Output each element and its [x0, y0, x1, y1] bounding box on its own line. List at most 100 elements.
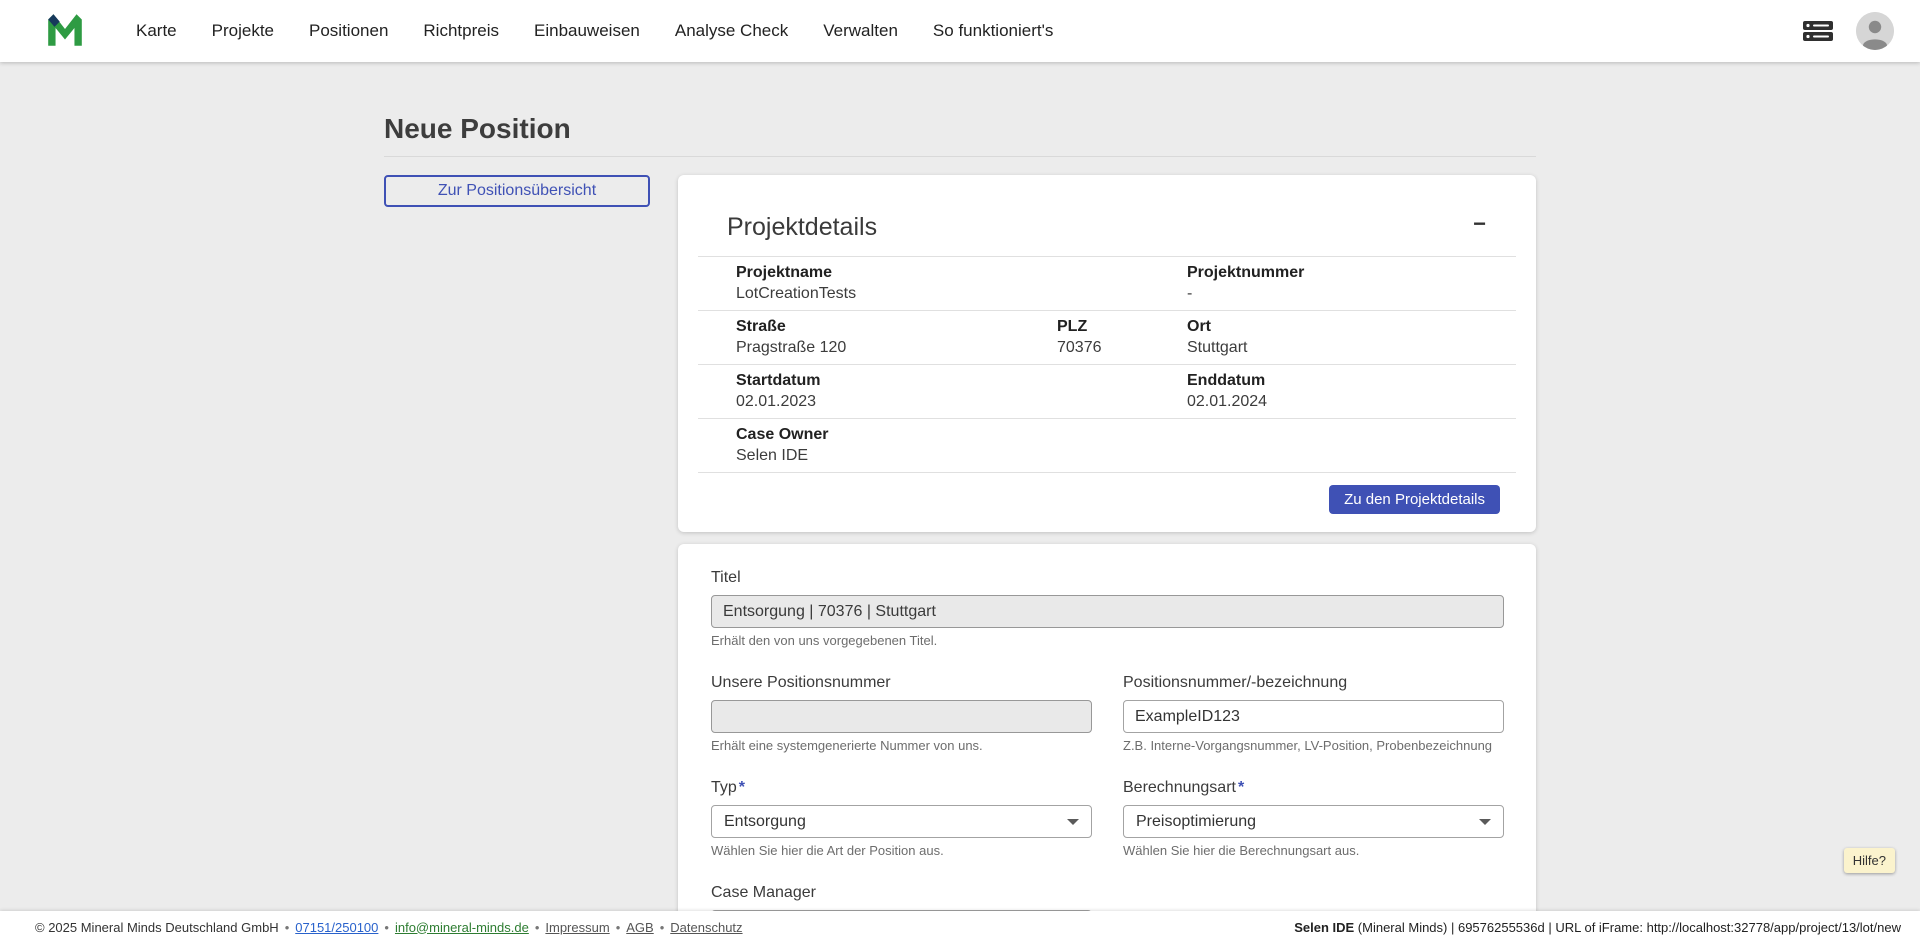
table-row: Startdatum 02.01.2023 Enddatum 02.01.202… [698, 365, 1516, 419]
strasse-label: Straße [736, 317, 1057, 336]
field-projektname: Projektname LotCreationTests [698, 263, 1187, 303]
field-plz: PLZ 70376 [1057, 317, 1187, 357]
nav-item-projekte[interactable]: Projekte [212, 21, 274, 41]
titel-label: Titel [711, 568, 1504, 587]
go-to-project-details-button[interactable]: Zu den Projektdetails [1329, 485, 1500, 514]
footer-session-info: Selen IDE (Mineral Minds) | 69576255536d… [1294, 920, 1901, 935]
copyright-text: © 2025 Mineral Minds Deutschland GmbH [35, 920, 279, 935]
unsere-positionsnummer-hint: Erhält eine systemgenerierte Nummer von … [711, 738, 1092, 754]
required-asterisk: * [1238, 779, 1244, 796]
plz-value: 70376 [1057, 338, 1187, 357]
berechnungsart-hint: Wählen Sie hier die Berechnungsart aus. [1123, 843, 1504, 859]
nav-right-controls [1802, 12, 1894, 50]
startdatum-value: 02.01.2023 [736, 392, 1187, 411]
startdatum-label: Startdatum [736, 371, 1187, 390]
back-to-positions-button[interactable]: Zur Positionsübersicht [384, 175, 650, 207]
agb-link[interactable]: AGB [626, 920, 653, 935]
enddatum-label: Enddatum [1187, 371, 1516, 390]
impressum-link[interactable]: Impressum [545, 920, 609, 935]
footer: © 2025 Mineral Minds Deutschland GmbH • … [0, 911, 1920, 943]
top-navigation: Karte Projekte Positionen Richtpreis Ein… [0, 0, 1920, 62]
separator: • [384, 920, 389, 935]
berechnungsart-label: Berechnungsart* [1123, 778, 1504, 797]
nav-item-so-funktionierts[interactable]: So funktioniert's [933, 21, 1053, 41]
positionsnummer-input[interactable] [1123, 700, 1504, 733]
table-row: Straße Pragstraße 120 PLZ 70376 Ort Stut… [698, 311, 1516, 365]
main-menu: Karte Projekte Positionen Richtpreis Ein… [136, 21, 1053, 41]
project-details-table: Projektname LotCreationTests Projektnumm… [698, 256, 1516, 473]
minus-icon: − [1473, 211, 1486, 236]
unsere-positionsnummer-input [711, 700, 1092, 733]
case-owner-label: Case Owner [736, 425, 1516, 444]
projektname-label: Projektname [736, 263, 1187, 282]
brand-logo[interactable] [44, 8, 86, 55]
projektnummer-value: - [1187, 284, 1516, 303]
field-ort: Ort Stuttgart [1187, 317, 1516, 357]
required-asterisk: * [739, 779, 745, 796]
field-startdatum: Startdatum 02.01.2023 [698, 371, 1187, 411]
right-column: Projektdetails − Projektname LotCreation… [678, 175, 1536, 911]
person-icon [1856, 12, 1894, 50]
session-details: (Mineral Minds) | 69576255536d | URL of … [1354, 920, 1901, 935]
mineral-minds-logo-icon [44, 8, 86, 55]
left-column: Zur Positionsübersicht [384, 175, 650, 207]
typ-selected-value: Entsorgung [724, 813, 806, 831]
unsere-positionsnummer-label: Unsere Positionsnummer [711, 673, 1092, 692]
new-position-form-card: Titel Erhält den von uns vorgegebenen Ti… [678, 544, 1536, 911]
chevron-down-icon [1479, 819, 1491, 825]
user-avatar[interactable] [1856, 12, 1894, 50]
session-user: Selen IDE [1294, 920, 1354, 935]
page-title: Neue Position [384, 112, 1536, 146]
ort-value: Stuttgart [1187, 338, 1516, 357]
collapse-card-button[interactable]: − [1469, 213, 1490, 235]
field-projektnummer: Projektnummer - [1187, 263, 1516, 303]
help-button[interactable]: Hilfe? [1844, 848, 1895, 873]
separator: • [285, 920, 290, 935]
project-details-title: Projektdetails [727, 213, 877, 242]
field-enddatum: Enddatum 02.01.2024 [1187, 371, 1516, 411]
project-details-card: Projektdetails − Projektname LotCreation… [678, 175, 1536, 532]
typ-select[interactable]: Entsorgung [711, 805, 1092, 838]
nav-item-einbauweisen[interactable]: Einbauweisen [534, 21, 640, 41]
positionsnummer-hint: Z.B. Interne-Vorgangsnummer, LV-Position… [1123, 738, 1504, 754]
typ-hint: Wählen Sie hier die Art der Position aus… [711, 843, 1092, 859]
datenschutz-link[interactable]: Datenschutz [670, 920, 742, 935]
title-divider [384, 156, 1536, 157]
table-row: Case Owner Selen IDE [698, 419, 1516, 473]
nav-item-verwalten[interactable]: Verwalten [823, 21, 898, 41]
nav-item-karte[interactable]: Karte [136, 21, 177, 41]
field-case-manager: Case Manager [711, 883, 1092, 911]
projektnummer-label: Projektnummer [1187, 263, 1516, 282]
footer-left: © 2025 Mineral Minds Deutschland GmbH • … [35, 920, 743, 935]
projektname-value: LotCreationTests [736, 284, 1187, 303]
main-content: Neue Position Zur Positionsübersicht Pro… [0, 62, 1920, 911]
email-link[interactable]: info@mineral-minds.de [395, 920, 529, 935]
field-case-owner: Case Owner Selen IDE [698, 425, 1516, 465]
nav-item-analyse-check[interactable]: Analyse Check [675, 21, 788, 41]
separator: • [535, 920, 540, 935]
field-strasse: Straße Pragstraße 120 [698, 317, 1057, 357]
table-row: Projektname LotCreationTests Projektnumm… [698, 257, 1516, 311]
case-owner-value: Selen IDE [736, 446, 1516, 465]
nav-item-positionen[interactable]: Positionen [309, 21, 388, 41]
berechnungsart-select[interactable]: Preisoptimierung [1123, 805, 1504, 838]
titel-input [711, 595, 1504, 628]
field-unsere-positionsnummer: Unsere Positionsnummer Erhält eine syste… [711, 673, 1092, 754]
field-positionsnummer: Positionsnummer/-bezeichnung Z.B. Intern… [1123, 673, 1504, 754]
nav-item-richtpreis[interactable]: Richtpreis [423, 21, 499, 41]
field-typ: Typ* Entsorgung Wählen Sie hier die Art … [711, 778, 1092, 859]
phone-link[interactable]: 07151/250100 [295, 920, 378, 935]
titel-hint: Erhält den von uns vorgegebenen Titel. [711, 633, 1504, 649]
positionsnummer-label: Positionsnummer/-bezeichnung [1123, 673, 1504, 692]
field-berechnungsart: Berechnungsart* Preisoptimierung Wählen … [1123, 778, 1504, 859]
server-icon[interactable] [1802, 19, 1834, 43]
chevron-down-icon [1067, 819, 1079, 825]
plz-label: PLZ [1057, 317, 1187, 336]
typ-label: Typ* [711, 778, 1092, 797]
separator: • [616, 920, 621, 935]
ort-label: Ort [1187, 317, 1516, 336]
case-manager-label: Case Manager [711, 883, 1092, 902]
strasse-value: Pragstraße 120 [736, 338, 1057, 357]
berechnungsart-selected-value: Preisoptimierung [1136, 813, 1256, 831]
enddatum-value: 02.01.2024 [1187, 392, 1516, 411]
